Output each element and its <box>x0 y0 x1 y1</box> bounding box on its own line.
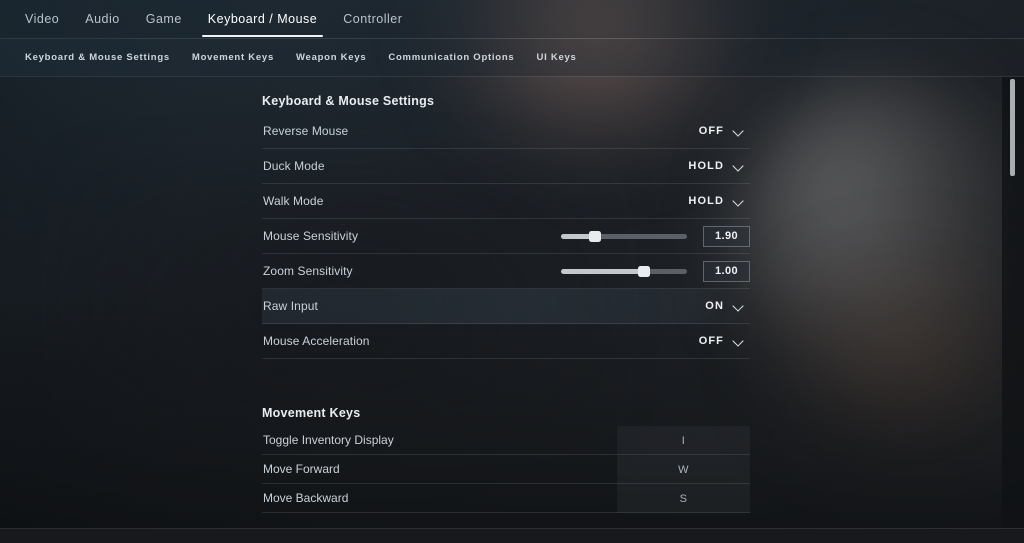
settings-content-scroll-area: Keyboard & Mouse Settings Reverse Mouse O… <box>0 77 1024 528</box>
setting-row-zoom-sensitivity[interactable]: Zoom Sensitivity 1.00 <box>262 254 750 289</box>
dropdown-mouse-acceleration[interactable]: OFF <box>699 335 750 347</box>
chevron-down-icon <box>733 196 744 207</box>
footer-bar <box>0 529 1024 543</box>
subtab-communication-options[interactable]: Communication Options <box>377 39 525 76</box>
tab-controller[interactable]: Controller <box>330 0 415 38</box>
scrollbar-thumb[interactable] <box>1010 79 1015 176</box>
chevron-down-icon <box>733 336 744 347</box>
setting-label: Walk Mode <box>263 194 324 208</box>
dropdown-reverse-mouse[interactable]: OFF <box>699 125 750 137</box>
subtab-weapon-keys[interactable]: Weapon Keys <box>285 39 377 76</box>
chevron-down-icon <box>733 301 744 312</box>
slider-zoom-sensitivity[interactable] <box>561 265 687 277</box>
chevron-down-icon <box>733 161 744 172</box>
setting-label: Reverse Mouse <box>263 124 349 138</box>
keybind-row-move-backward[interactable]: Move Backward S <box>262 484 750 513</box>
movement-keys-list: Toggle Inventory Display I Move Forward W Mo… <box>262 426 750 513</box>
setting-label: Mouse Acceleration <box>263 334 370 348</box>
section-heading-movement-keys: Movement Keys <box>262 406 361 420</box>
setting-row-duck-mode[interactable]: Duck Mode HOLD <box>262 149 750 184</box>
section-heading-keyboard-mouse-settings: Keyboard & Mouse Settings <box>262 94 435 108</box>
dropdown-value: OFF <box>698 335 724 347</box>
settings-screen: Video Audio Game Keyboard / Mouse Controller… <box>0 0 1024 543</box>
dropdown-value: HOLD <box>688 160 724 172</box>
setting-row-reverse-mouse[interactable]: Reverse Mouse OFF <box>262 114 750 149</box>
slider-group-zoom-sensitivity: 1.00 <box>561 260 750 282</box>
dropdown-duck-mode[interactable]: HOLD <box>688 160 750 172</box>
setting-label: Mouse Sensitivity <box>263 229 359 243</box>
dropdown-value: OFF <box>698 125 724 137</box>
dropdown-value: HOLD <box>688 195 724 207</box>
slider-group-mouse-sensitivity: 1.90 <box>561 225 750 247</box>
keybind-label: Move Backward <box>263 491 349 505</box>
setting-label: Raw Input <box>263 299 318 313</box>
scrollbar-track[interactable] <box>1002 77 1024 528</box>
chevron-down-icon <box>733 126 744 137</box>
value-input-zoom-sensitivity[interactable]: 1.00 <box>703 260 750 282</box>
keybind-label: Toggle Inventory Display <box>263 433 394 447</box>
tab-audio[interactable]: Audio <box>72 0 132 38</box>
keyboard-mouse-settings-list: Reverse Mouse OFF Duck Mode HOLD Walk Mode HO… <box>262 114 750 359</box>
tab-keyboard-mouse[interactable]: Keyboard / Mouse <box>195 0 330 38</box>
setting-row-raw-input[interactable]: Raw Input ON <box>262 289 750 324</box>
keybind-row-move-forward[interactable]: Move Forward W <box>262 455 750 484</box>
setting-label: Duck Mode <box>263 159 325 173</box>
value-input-mouse-sensitivity[interactable]: 1.90 <box>703 225 750 247</box>
subtab-ui-keys[interactable]: UI Keys <box>525 39 587 76</box>
setting-label: Zoom Sensitivity <box>263 264 353 278</box>
dropdown-raw-input[interactable]: ON <box>705 300 750 312</box>
setting-row-mouse-acceleration[interactable]: Mouse Acceleration OFF <box>262 324 750 359</box>
setting-row-walk-mode[interactable]: Walk Mode HOLD <box>262 184 750 219</box>
slider-thumb[interactable] <box>638 265 651 277</box>
keybind-label: Move Forward <box>263 462 340 476</box>
dropdown-value: ON <box>705 300 724 312</box>
subtab-keyboard-mouse-settings[interactable]: Keyboard & Mouse Settings <box>14 39 181 76</box>
dropdown-walk-mode[interactable]: HOLD <box>688 195 750 207</box>
slider-fill <box>561 268 645 274</box>
tab-game[interactable]: Game <box>133 0 195 38</box>
keybind-row-toggle-inventory-display[interactable]: Toggle Inventory Display I <box>262 426 750 455</box>
settings-content-column: Keyboard & Mouse Settings Reverse Mouse O… <box>262 77 750 513</box>
subtab-movement-keys[interactable]: Movement Keys <box>181 39 285 76</box>
slider-mouse-sensitivity[interactable] <box>561 230 687 242</box>
secondary-tab-bar: Keyboard & Mouse Settings Movement Keys We… <box>0 39 1024 76</box>
tab-video[interactable]: Video <box>12 0 72 38</box>
setting-row-mouse-sensitivity[interactable]: Mouse Sensitivity 1.90 <box>262 219 750 254</box>
slider-thumb[interactable] <box>589 230 602 242</box>
primary-tab-bar: Video Audio Game Keyboard / Mouse Controller <box>0 0 1024 38</box>
